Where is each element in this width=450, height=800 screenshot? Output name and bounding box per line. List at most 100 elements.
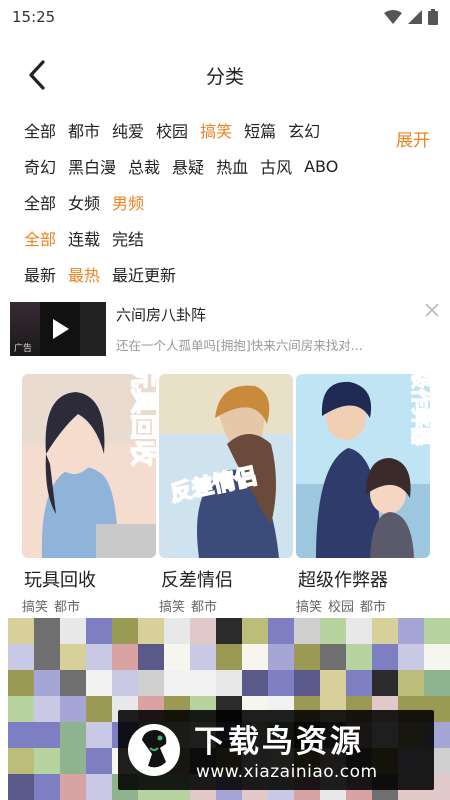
filter-chip[interactable]: 都市	[68, 118, 100, 142]
mosaic-tile	[34, 644, 60, 670]
filter-chip[interactable]: 完结	[112, 226, 144, 250]
ad-banner[interactable]: 广告 六间房八卦阵 还在一个人孤单吗[拥抱]快来六间房来找对...	[10, 300, 442, 362]
filter-chip-selected[interactable]: 男频	[112, 190, 144, 214]
comic-cover[interactable]: 玩具回收	[22, 374, 156, 558]
mosaic-tile	[86, 644, 112, 670]
status-icons	[384, 9, 438, 25]
mosaic-tile	[34, 696, 60, 722]
mosaic-tile	[112, 644, 138, 670]
filter-chip[interactable]: 古风	[260, 154, 292, 178]
watermark-brand: 下载鸟资源	[194, 724, 364, 760]
comic-card[interactable]: 超级作弊器 超级作弊器 搞笑 校园 都市	[296, 374, 430, 615]
mosaic-tile	[320, 644, 346, 670]
comic-cover[interactable]: 超级作弊器	[296, 374, 430, 558]
mosaic-tile	[34, 748, 60, 774]
filter-chip[interactable]: 悬疑	[172, 154, 204, 178]
mosaic-tile	[138, 644, 164, 670]
mosaic-tile	[8, 644, 34, 670]
mosaic-tile	[8, 696, 34, 722]
cover-title-text: 玩具回收	[127, 374, 156, 466]
cover-title-text: 超级作弊器	[409, 374, 430, 446]
filter-chip[interactable]: 奇幻	[24, 154, 56, 178]
mosaic-tile	[60, 696, 86, 722]
filter-row-genre: 全部 都市 纯爱 校园 搞笑 短篇 玄幻	[0, 112, 450, 148]
mosaic-tile	[190, 618, 216, 644]
mosaic-tile	[242, 618, 268, 644]
mosaic-tile	[34, 618, 60, 644]
mosaic-tile	[164, 670, 190, 696]
mosaic-tile	[372, 670, 398, 696]
filter-row-status: 全部 连载 完结	[0, 220, 450, 256]
mosaic-tile	[8, 670, 34, 696]
mosaic-tile	[398, 618, 424, 644]
category-filters: 全部 都市 纯爱 校园 搞笑 短篇 玄幻 奇幻 黑白漫 总裁 悬疑 热血 古风 …	[0, 112, 450, 292]
mosaic-tile	[112, 670, 138, 696]
filter-chip[interactable]: 纯爱	[112, 118, 144, 142]
filter-chip-selected[interactable]: 全部	[24, 226, 56, 250]
filter-chip[interactable]: 短篇	[244, 118, 276, 142]
comic-tag: 搞笑	[22, 600, 49, 615]
comic-title[interactable]: 超级作弊器	[296, 566, 430, 592]
mosaic-tile	[242, 670, 268, 696]
mosaic-tile	[372, 618, 398, 644]
page-title: 分类	[205, 66, 244, 88]
comic-tag: 校园	[328, 600, 355, 615]
status-time: 15:25	[12, 8, 56, 26]
comic-cover[interactable]: 反差情侣	[159, 374, 293, 558]
filter-chip[interactable]: 玄幻	[288, 118, 320, 142]
watermark: 下载鸟资源 www.xiazainiao.com	[118, 710, 434, 790]
ad-title[interactable]: 六间房八卦阵	[116, 304, 206, 325]
mosaic-tile	[294, 644, 320, 670]
mosaic-tile	[216, 618, 242, 644]
ad-thumbnail[interactable]: 广告	[10, 302, 106, 356]
filter-chip[interactable]: 黑白漫	[68, 154, 116, 178]
filter-chip[interactable]: ABO	[304, 157, 338, 176]
status-bar: 15:25	[0, 0, 450, 34]
ad-description: 还在一个人孤单吗[拥抱]快来六间房来找对...	[116, 338, 363, 353]
mosaic-tile	[112, 618, 138, 644]
mosaic-tile	[86, 722, 112, 748]
battery-icon	[428, 9, 438, 25]
comic-card[interactable]: 玩具回收 玩具回收 搞笑 都市	[22, 374, 156, 615]
filter-chip[interactable]: 最近更新	[112, 262, 176, 286]
bird-logo-icon	[128, 724, 180, 776]
mosaic-tile	[424, 644, 450, 670]
close-icon[interactable]	[424, 302, 440, 318]
filter-chip[interactable]: 总裁	[128, 154, 160, 178]
filter-row-audience: 全部 女频 男频	[0, 184, 450, 220]
filter-chip[interactable]: 校园	[156, 118, 188, 142]
comic-title[interactable]: 反差情侣	[159, 566, 293, 592]
expand-button[interactable]: 展开	[396, 126, 430, 151]
filter-chip[interactable]: 全部	[24, 190, 56, 214]
filter-chip[interactable]: 全部	[24, 118, 56, 142]
filter-chip[interactable]: 连载	[68, 226, 100, 250]
mosaic-tile	[216, 670, 242, 696]
filter-chip[interactable]: 最新	[24, 262, 56, 286]
filter-chip-selected[interactable]: 最热	[68, 262, 100, 286]
mosaic-tile	[60, 774, 86, 800]
mosaic-tile	[138, 618, 164, 644]
mosaic-tile	[242, 644, 268, 670]
mosaic-tile	[294, 670, 320, 696]
mosaic-tile	[8, 748, 34, 774]
mosaic-tile	[398, 644, 424, 670]
comic-card[interactable]: 反差情侣 反差情侣 搞笑 都市	[159, 374, 293, 615]
mosaic-tile	[60, 670, 86, 696]
comic-tag: 搞笑	[296, 600, 323, 615]
filter-chip[interactable]: 女频	[68, 190, 100, 214]
comic-tag: 都市	[360, 600, 387, 615]
mosaic-tile	[294, 618, 320, 644]
comic-title[interactable]: 玩具回收	[22, 566, 156, 592]
mosaic-tile	[138, 670, 164, 696]
mosaic-tile	[190, 644, 216, 670]
mosaic-tile	[424, 618, 450, 644]
watermark-url: www.xiazainiao.com	[196, 762, 378, 782]
mosaic-tile	[60, 644, 86, 670]
mosaic-tile	[320, 670, 346, 696]
mosaic-tile	[34, 774, 60, 800]
mosaic-tile	[164, 618, 190, 644]
filter-chip-selected[interactable]: 搞笑	[200, 118, 232, 142]
ad-label: 广告	[14, 344, 33, 354]
comic-tag: 都市	[191, 600, 218, 615]
filter-chip[interactable]: 热血	[216, 154, 248, 178]
